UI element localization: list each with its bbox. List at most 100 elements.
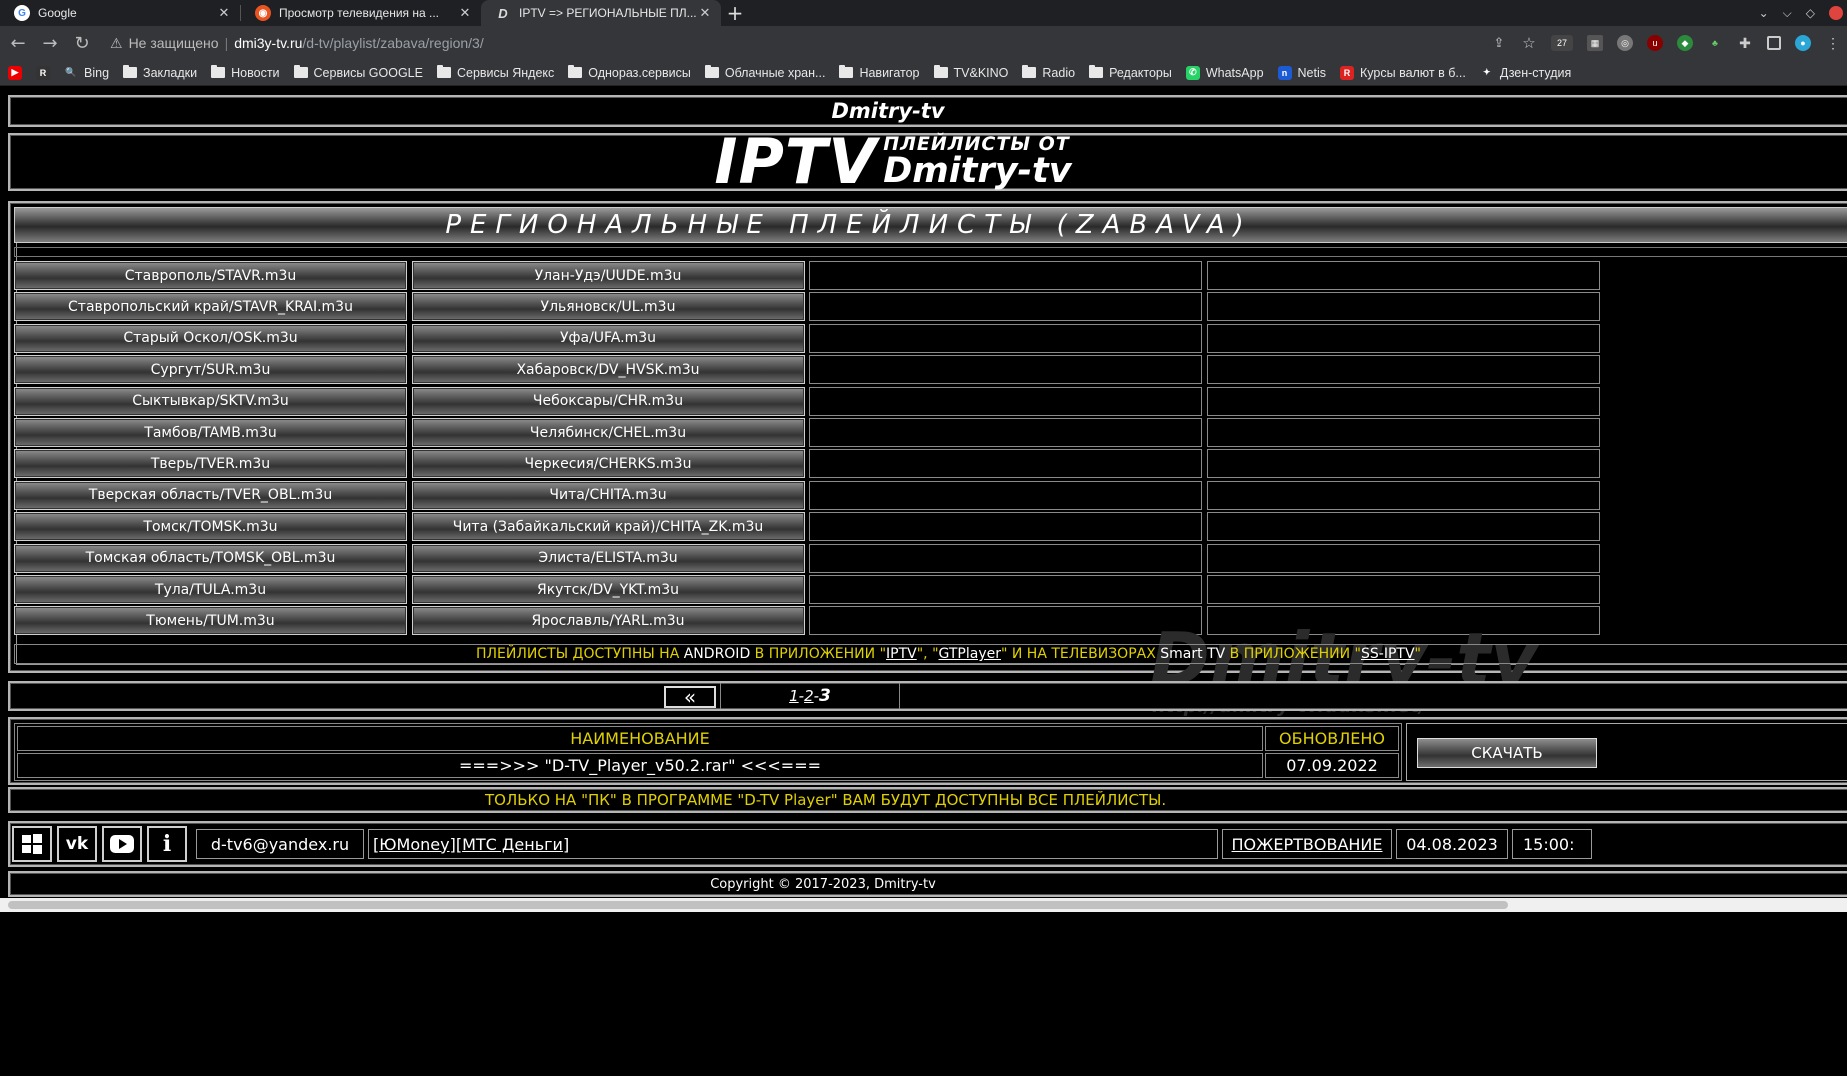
note-text: В ПРИЛОЖЕНИИ ": [1225, 646, 1361, 662]
bookmark-item[interactable]: TV&KINO: [933, 65, 1008, 80]
bookmark-item[interactable]: ▶: [8, 65, 22, 80]
playlist-link[interactable]: Улан-Удэ/UUDE.m3u: [411, 261, 805, 290]
address-bar[interactable]: ⚠ Не защищено | dmi3y-tv.ru/d-tv/playlis…: [104, 28, 1464, 58]
puzzle-icon[interactable]: ✚: [1737, 35, 1753, 51]
playlist-link[interactable]: Томск/TOMSK.m3u: [14, 512, 407, 542]
bookmark-item[interactable]: n Netis: [1277, 65, 1326, 80]
tree-ext-icon[interactable]: ♣: [1707, 35, 1723, 51]
yumoney-link[interactable]: ЮMoney: [379, 835, 449, 854]
bookmark-item[interactable]: Однораз.сервисы: [568, 65, 691, 80]
page-link-2[interactable]: 2: [804, 687, 814, 705]
playlist-link[interactable]: Ставрополь/STAVR.m3u: [14, 261, 407, 290]
bookmark-label: Курсы валют в б...: [1360, 65, 1466, 80]
r-icon: R: [36, 65, 50, 80]
playlist-link[interactable]: Хабаровск/DV_HVSK.m3u: [411, 355, 805, 385]
bookmark-item[interactable]: Сервисы GOOGLE: [293, 65, 423, 80]
download-button[interactable]: СКАЧАТЬ: [1417, 738, 1597, 768]
bookmark-label: Облачные хран...: [724, 65, 826, 80]
page-link-1[interactable]: 1: [789, 687, 799, 705]
playlist-link[interactable]: Тамбов/TAMB.m3u: [14, 418, 407, 447]
empty-cell: [1206, 386, 1600, 416]
green-ext-icon[interactable]: ◆: [1677, 35, 1693, 51]
playlist-link[interactable]: Сыктывкар/SKTV.m3u: [14, 386, 407, 416]
playlist-link[interactable]: Тула/TULA.m3u: [14, 575, 407, 604]
bookmark-item[interactable]: Редакторы: [1089, 65, 1172, 80]
new-tab-button[interactable]: +: [721, 0, 749, 26]
bookmark-item[interactable]: ✆ WhatsApp: [1185, 65, 1264, 80]
calendar-icon[interactable]: ▦: [1587, 35, 1603, 51]
google-icon: G: [14, 5, 30, 21]
site-logo[interactable]: IPTV ПЛЕЙЛИСТЫ ОТ Dmitry-tv: [8, 131, 1847, 193]
contact-email[interactable]: d-tv6@yandex.ru: [196, 829, 364, 859]
warning-icon[interactable]: ⚠: [110, 35, 123, 52]
tab-google[interactable]: G Google ✕: [0, 0, 240, 26]
bing-search-icon: 🔍: [65, 67, 77, 77]
minimize-icon[interactable]: ⌵: [1783, 6, 1792, 21]
ss-iptv-app-link[interactable]: SS-IPTV: [1361, 646, 1415, 662]
mts-money-link[interactable]: МТС Деньги: [462, 835, 563, 854]
vpn-icon[interactable]: ◎: [1617, 35, 1633, 51]
playlist-link[interactable]: Чита/CHITA.m3u: [411, 480, 805, 510]
playlist-link[interactable]: Тверская область/TVER_OBL.m3u: [14, 480, 407, 510]
ublock-icon[interactable]: u: [1647, 35, 1663, 51]
windows-icon[interactable]: [12, 826, 52, 862]
playlist-link[interactable]: Черкесия/CHERKS.m3u: [411, 449, 805, 479]
bookmark-item[interactable]: Навигатор: [839, 65, 920, 80]
youtube-icon[interactable]: [102, 826, 142, 862]
playlist-link[interactable]: Ярославль/YARL.m3u: [411, 606, 805, 636]
playlist-link[interactable]: Уфа/UFA.m3u: [411, 323, 805, 353]
close-tab-icon[interactable]: ✕: [457, 5, 473, 21]
bookmark-item[interactable]: ✦ Дзен-студия: [1480, 66, 1571, 80]
playlist-link[interactable]: Ставропольский край/STAVR_KRAI.m3u: [14, 292, 407, 322]
horizontal-scrollbar[interactable]: [0, 898, 1847, 912]
playlist-link[interactable]: Томская область/TOMSK_OBL.m3u: [14, 543, 407, 573]
star-icon[interactable]: ☆: [1521, 35, 1537, 52]
donate-link[interactable]: ПОЖЕРТВОВАНИЕ: [1222, 829, 1392, 859]
bookmark-item[interactable]: 🔍 Bing: [64, 66, 109, 80]
reload-icon[interactable]: ↻: [68, 29, 96, 57]
playlist-link[interactable]: Якутск/DV_YKT.m3u: [411, 575, 805, 604]
playlist-link[interactable]: Тверь/TVER.m3u: [14, 449, 407, 479]
playlist-link[interactable]: Тюмень/TUM.m3u: [14, 606, 407, 636]
menu-kebab-icon[interactable]: ⋮: [1825, 35, 1841, 51]
tab-iptv[interactable]: D IPTV => РЕГИОНАЛЬНЫЕ ПЛ... ✕: [481, 0, 721, 26]
window-icon[interactable]: ◇: [1806, 6, 1815, 20]
share-icon[interactable]: ⇪: [1491, 35, 1507, 51]
file-name: ===>>> "D-TV_Player_v50.2.rar" <<<===: [17, 753, 1263, 778]
vk-icon[interactable]: vk: [57, 826, 97, 862]
bookmark-item[interactable]: Облачные хран...: [704, 65, 826, 80]
empty-cell: [1206, 449, 1600, 479]
extension-badge[interactable]: 27: [1551, 35, 1573, 51]
iptv-app-link[interactable]: IPTV: [886, 646, 917, 662]
empty-cell: [1206, 606, 1600, 636]
profile-avatar[interactable]: ●: [1795, 35, 1811, 51]
bookmark-item[interactable]: Сервисы Яндекс: [436, 65, 554, 80]
playlist-link[interactable]: Сургут/SUR.m3u: [14, 355, 407, 385]
scrollbar-thumb[interactable]: [8, 901, 1508, 909]
bookmark-item[interactable]: R: [36, 65, 50, 80]
info-icon[interactable]: i: [147, 826, 187, 862]
close-window-icon[interactable]: [1829, 6, 1843, 20]
bookmark-item[interactable]: Новости: [211, 65, 280, 80]
close-tab-icon[interactable]: ✕: [216, 5, 232, 21]
bookmark-label: Навигатор: [859, 65, 920, 80]
tab-tv-view[interactable]: ◉ Просмотр телевидения на ... ✕: [241, 0, 481, 26]
forward-icon[interactable]: →: [36, 29, 64, 57]
bookmark-item[interactable]: R Курсы валют в б...: [1340, 65, 1466, 80]
bookmark-item[interactable]: Закладки: [123, 65, 197, 80]
dzen-icon: ✦: [1483, 67, 1491, 77]
close-tab-icon[interactable]: ✕: [697, 5, 713, 21]
tab-search-icon[interactable]: ⌄: [1759, 6, 1769, 20]
prev-page-button[interactable]: «: [664, 685, 716, 709]
playlist-link[interactable]: Ульяновск/UL.m3u: [411, 292, 805, 322]
empty-cell: [809, 543, 1202, 573]
playlist-link[interactable]: Чита (Забайкальский край)/CHITA_ZK.m3u: [411, 512, 805, 542]
sidepanel-icon[interactable]: [1767, 36, 1781, 50]
playlist-link[interactable]: Челябинск/CHEL.m3u: [411, 418, 805, 447]
playlist-link[interactable]: Чебоксары/CHR.m3u: [411, 386, 805, 416]
playlist-link[interactable]: Старый Оскол/OSK.m3u: [14, 323, 407, 353]
playlist-link[interactable]: Элиста/ELISTA.m3u: [411, 543, 805, 573]
gtplayer-app-link[interactable]: GTPlayer: [939, 646, 1001, 662]
bookmark-item[interactable]: Radio: [1022, 65, 1075, 80]
back-icon[interactable]: ←: [4, 29, 32, 57]
